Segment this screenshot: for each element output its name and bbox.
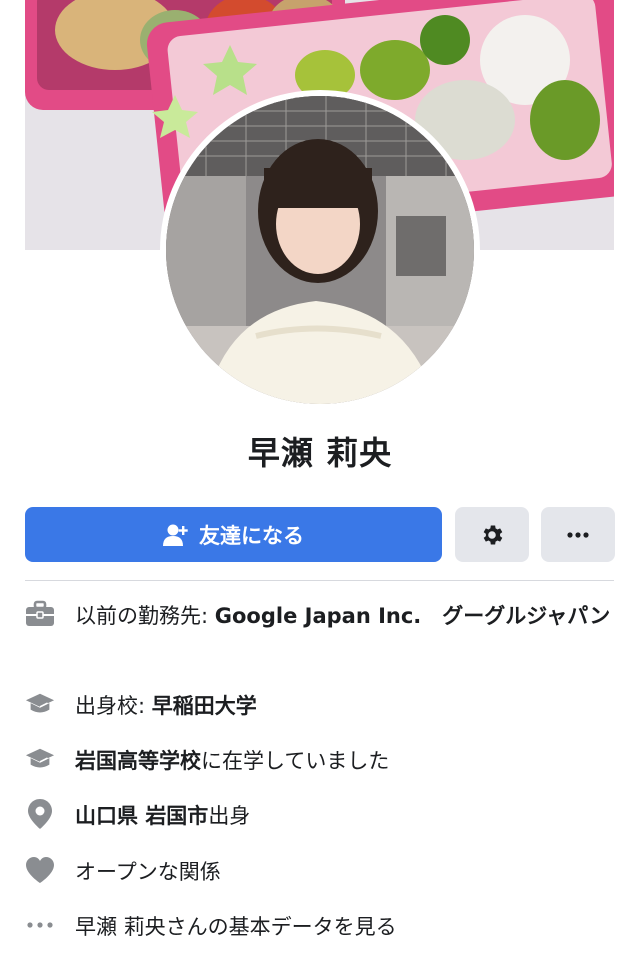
heart-icon <box>25 855 55 885</box>
more-icon <box>566 531 590 538</box>
highschool-suffix: に在学していました <box>201 749 390 773</box>
profile-avatar[interactable] <box>160 90 480 410</box>
divider <box>25 580 614 581</box>
info-education: 出身校: 早稲田大学 <box>25 689 615 723</box>
info-work: 以前の勤務先: Google Japan Inc. グーグルジャパン <box>25 599 615 633</box>
graduation-cap-icon <box>25 744 55 774</box>
work-prefix: 以前の勤務先: <box>75 604 215 628</box>
about-link[interactable]: 早瀬 莉央さんの基本データを見る <box>75 915 397 939</box>
education-prefix: 出身校: <box>75 694 152 718</box>
briefcase-icon <box>25 599 55 629</box>
add-friend-button[interactable]: 友達になる <box>25 507 442 562</box>
hometown-suffix: 出身 <box>208 804 251 828</box>
hometown-pref[interactable]: 山口県 <box>75 804 138 828</box>
more-dots-icon <box>25 910 55 940</box>
relationship-value: オープンな関係 <box>75 860 221 884</box>
add-friend-icon <box>163 523 189 547</box>
info-about[interactable]: 早瀬 莉央さんの基本データを見る <box>25 910 615 944</box>
profile-photo <box>166 96 474 404</box>
location-pin-icon <box>25 799 55 829</box>
more-options-button[interactable] <box>541 507 615 562</box>
education-value[interactable]: 早稲田大学 <box>152 694 257 718</box>
info-highschool: 岩国高等学校に在学していました <box>25 744 615 778</box>
add-friend-label: 友達になる <box>199 523 304 548</box>
gear-icon <box>479 522 505 548</box>
highschool-value[interactable]: 岩国高等学校 <box>75 749 201 773</box>
profile-name: 早瀬 莉央 <box>247 434 393 472</box>
work-value[interactable]: Google Japan Inc. グーグルジャパン <box>215 604 611 628</box>
hometown-city[interactable]: 岩国市 <box>145 804 208 828</box>
settings-button[interactable] <box>455 507 529 562</box>
info-relationship: オープンな関係 <box>25 855 615 889</box>
graduation-cap-icon <box>25 689 55 719</box>
info-hometown: 山口県 岩国市出身 <box>25 799 615 833</box>
